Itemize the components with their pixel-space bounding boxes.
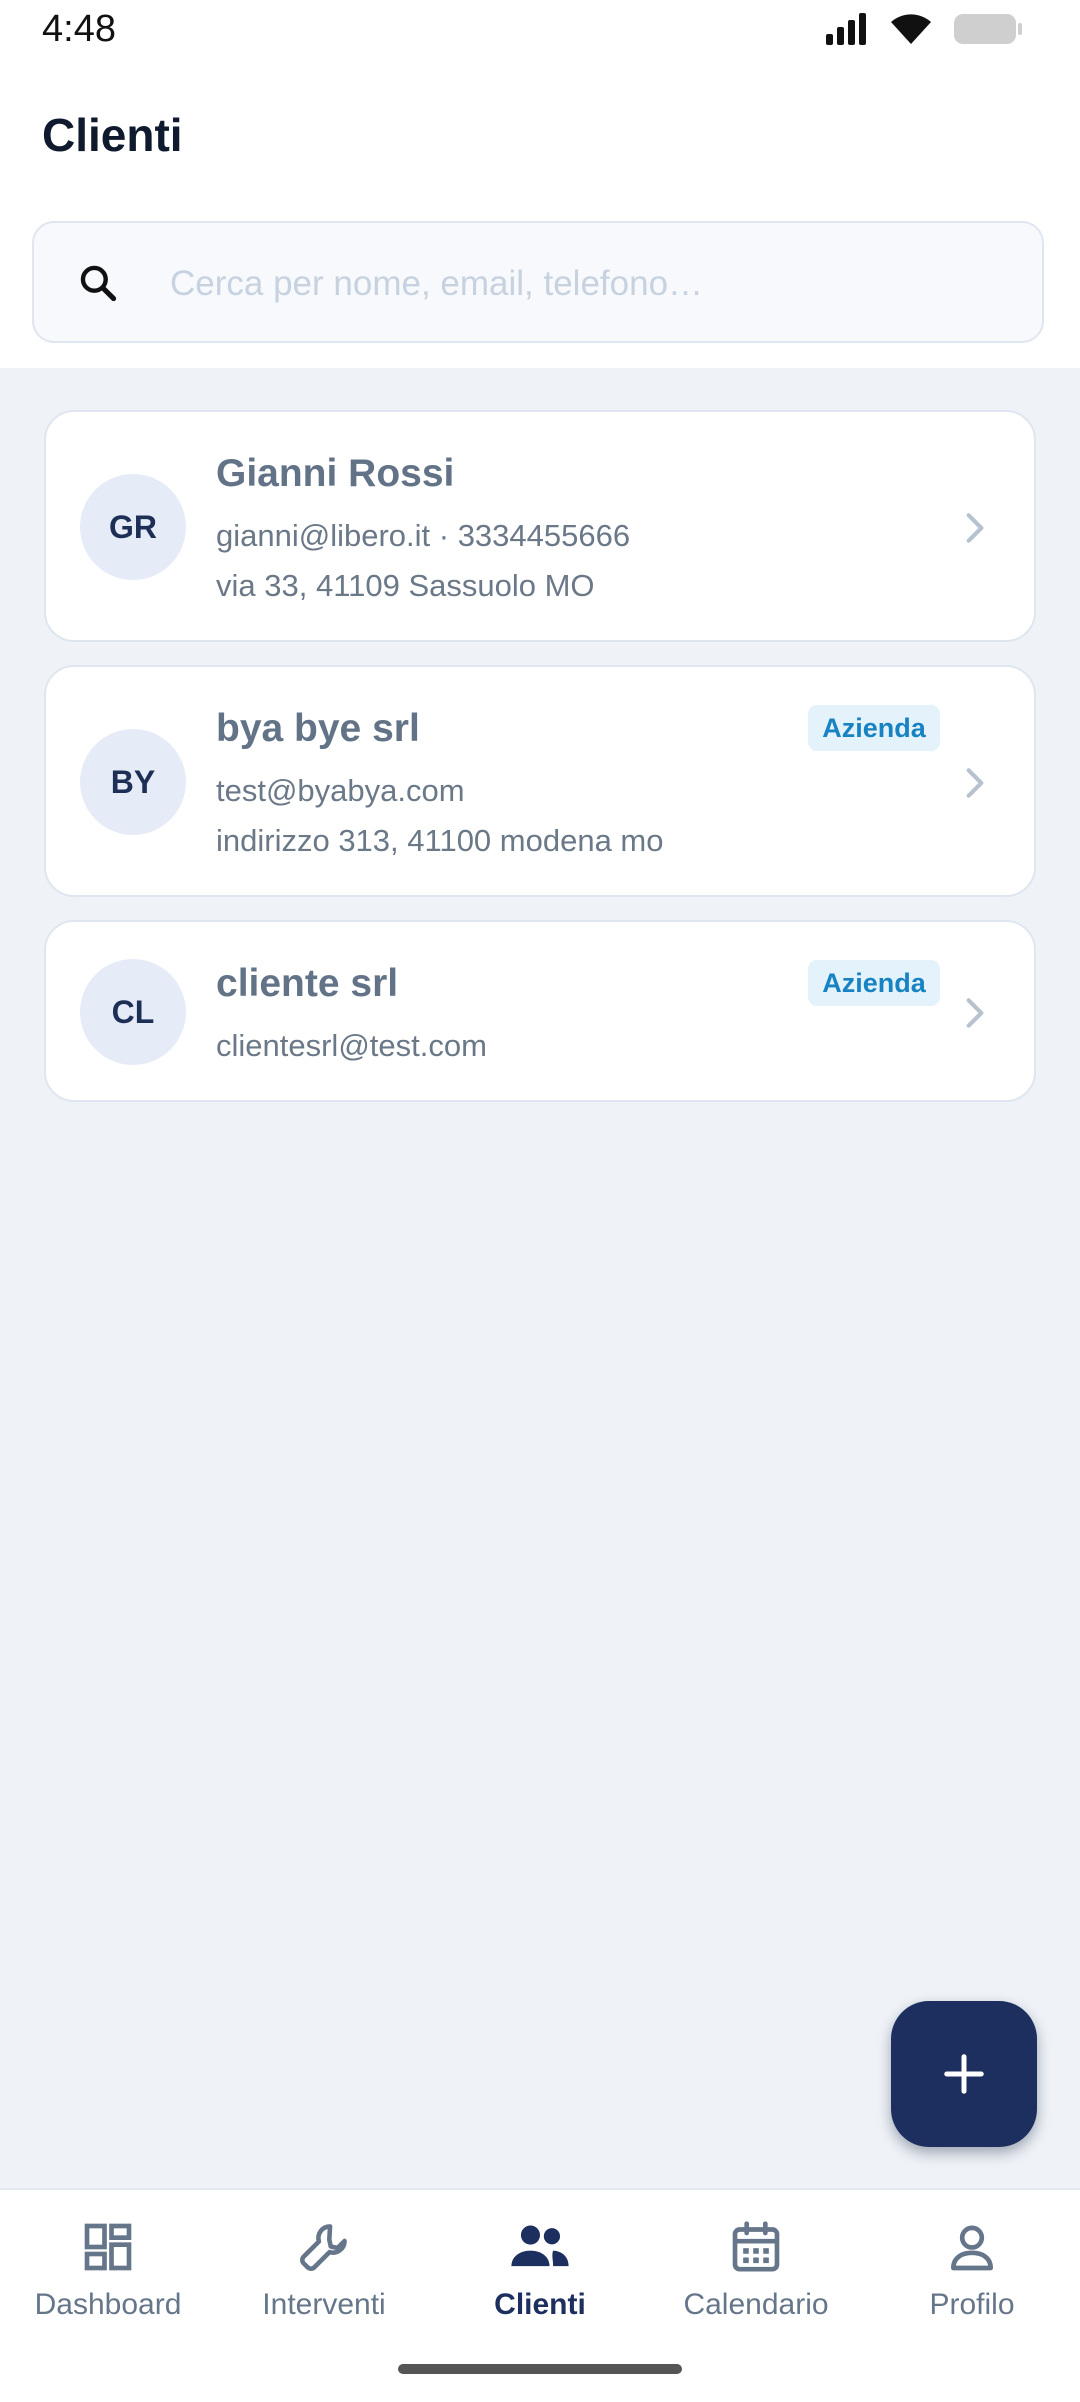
client-name: cliente srl: [216, 962, 399, 1005]
wifi-icon: [891, 14, 931, 44]
nav-label: Profilo: [929, 2288, 1015, 2321]
nav-label: Dashboard: [34, 2288, 182, 2321]
add-client-button[interactable]: [891, 2001, 1037, 2147]
nav-item-dashboard[interactable]: Dashboard: [0, 2216, 216, 2322]
search-input[interactable]: [168, 247, 1012, 321]
client-address: via 33, 41109 Sassuolo MO: [216, 568, 595, 603]
chevron-right-icon: [966, 768, 984, 798]
dashboard-icon: [84, 2223, 132, 2271]
search-bar[interactable]: [32, 221, 1044, 343]
client-contact: clientesrl@test.com: [216, 1028, 487, 1063]
chevron-right-icon: [966, 513, 984, 543]
client-contact: gianni@libero.it · 3334455666: [216, 518, 631, 553]
client-card[interactable]: CL cliente srl Azienda clientesrl@test.c…: [44, 920, 1036, 1102]
client-card[interactable]: BY bya bye srl Azienda test@byabya.com i…: [44, 665, 1036, 897]
company-badge: Azienda: [808, 960, 940, 1006]
nav-item-interventi[interactable]: Interventi: [216, 2216, 432, 2322]
avatar: BY: [80, 729, 186, 835]
nav-item-clienti[interactable]: Clienti: [432, 2216, 648, 2322]
nav-label: Interventi: [262, 2288, 386, 2321]
nav-label: Clienti: [494, 2288, 586, 2321]
status-time: 4:48: [42, 8, 116, 50]
battery-icon: [954, 14, 1022, 44]
client-card[interactable]: GR Gianni Rossi gianni@libero.it · 33344…: [44, 410, 1036, 642]
client-name: bya bye srl: [216, 707, 420, 750]
people-icon: [511, 2225, 569, 2267]
client-address: indirizzo 313, 41100 modena mo: [216, 823, 664, 858]
avatar: CL: [80, 959, 186, 1065]
client-contact: test@byabya.com: [216, 773, 465, 808]
plus-icon: [944, 2054, 984, 2094]
page-title: Clienti: [42, 109, 183, 161]
nav-item-profilo[interactable]: Profilo: [864, 2216, 1080, 2322]
search-icon: [80, 265, 117, 302]
nav-item-calendario[interactable]: Calendario: [648, 2216, 864, 2322]
wrench-icon: [300, 2224, 347, 2271]
nav-label: Calendario: [683, 2288, 829, 2321]
company-badge: Azienda: [808, 705, 940, 751]
person-icon: [951, 2225, 993, 2271]
avatar: GR: [80, 474, 186, 580]
signal-icon: [826, 13, 866, 45]
calendar-icon: [732, 2221, 780, 2272]
chevron-right-icon: [966, 998, 984, 1028]
home-indicator[interactable]: [398, 2364, 682, 2374]
client-name: Gianni Rossi: [216, 452, 455, 495]
status-bar: 4:48: [0, 0, 1080, 64]
